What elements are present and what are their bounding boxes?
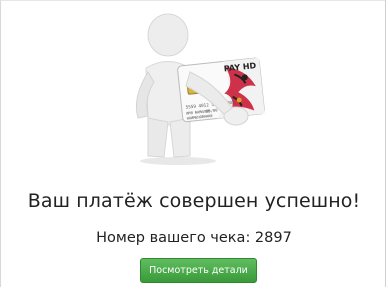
success-title: Ваш платёж совершен успешно! xyxy=(27,190,361,212)
person-holding-card-illustration: PAY HD 5559 4012 5617 7901 55/00 ИМЯ ФАМ… xyxy=(135,13,265,165)
view-details-button[interactable]: Посмотреть детали xyxy=(140,258,257,283)
receipt-number: Номер вашего чека: 2897 xyxy=(96,230,292,246)
